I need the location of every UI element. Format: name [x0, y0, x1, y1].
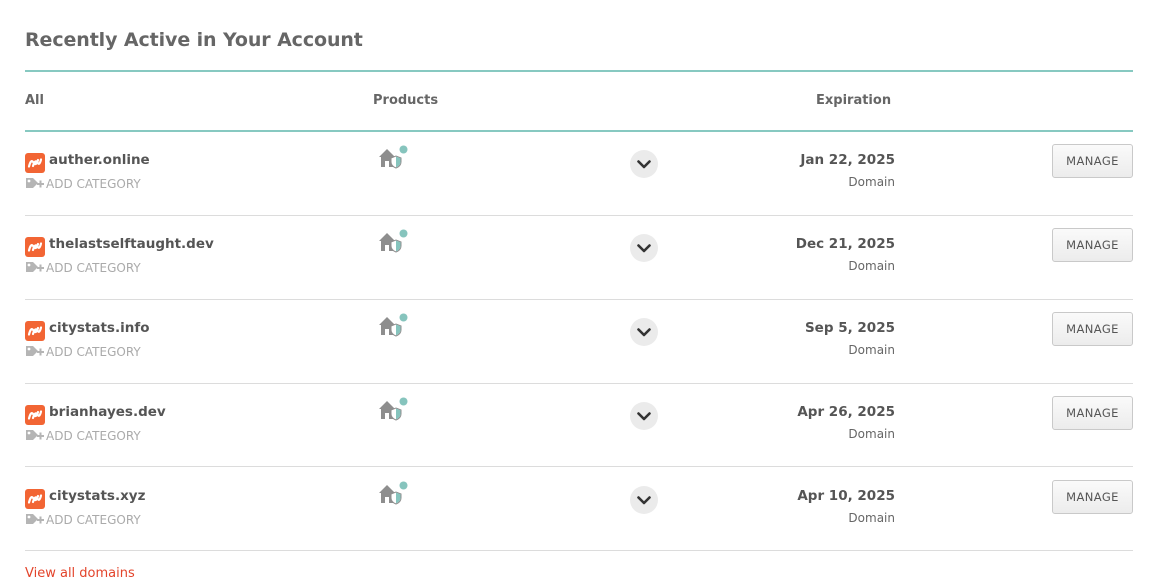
house-shield-icon[interactable]: [378, 228, 410, 254]
domain-row: thelastselftaught.dev ADD CATEGORY Dec 2…: [25, 215, 1133, 299]
house-shield-icon[interactable]: [378, 480, 410, 506]
tag-plus-icon: [26, 262, 44, 272]
chevron-down-icon: [637, 411, 651, 420]
house-shield-icon[interactable]: [378, 396, 410, 422]
domain-name-link[interactable]: thelastselftaught.dev: [49, 236, 214, 252]
expiration-date: Jan 22, 2025: [800, 152, 895, 168]
expand-row-button[interactable]: [630, 150, 658, 178]
chevron-down-icon: [637, 243, 651, 252]
expiration-date: Dec 21, 2025: [795, 236, 895, 252]
manage-button[interactable]: MANAGE: [1052, 144, 1133, 178]
header-top-divider: [25, 70, 1133, 72]
expand-row-button[interactable]: [630, 318, 658, 346]
expand-row-button[interactable]: [630, 402, 658, 430]
add-category-label: ADD CATEGORY: [46, 429, 141, 443]
domain-name-link[interactable]: brianhayes.dev: [49, 404, 166, 420]
namecheap-logo-icon: [25, 237, 45, 257]
chevron-down-icon: [637, 327, 651, 336]
tag-plus-icon: [26, 178, 44, 188]
add-category-button[interactable]: ADD CATEGORY: [25, 260, 141, 276]
namecheap-logo-icon: [25, 321, 45, 341]
tag-plus-icon: [26, 346, 44, 356]
domain-name-link[interactable]: citystats.xyz: [49, 488, 145, 504]
namecheap-logo-icon: [25, 489, 45, 509]
tag-plus-icon: [26, 514, 44, 524]
expiration-date: Apr 10, 2025: [797, 488, 895, 504]
add-category-label: ADD CATEGORY: [46, 345, 141, 359]
domain-name-link[interactable]: auther.online: [49, 152, 150, 168]
product-type: Domain: [848, 259, 895, 273]
add-category-button[interactable]: ADD CATEGORY: [25, 512, 141, 528]
column-header-expiration[interactable]: Expiration: [816, 93, 891, 108]
house-shield-icon[interactable]: [378, 144, 410, 170]
domain-row: citystats.info ADD CATEGORY Sep 5, 2025 …: [25, 299, 1133, 383]
domain-row: brianhayes.dev ADD CATEGORY Apr 26, 2025…: [25, 383, 1133, 467]
row-divider: [25, 550, 1133, 551]
chevron-down-icon: [637, 495, 651, 504]
product-type: Domain: [848, 511, 895, 525]
add-category-label: ADD CATEGORY: [46, 261, 141, 275]
column-header-all[interactable]: All: [25, 93, 44, 108]
expiration-date: Apr 26, 2025: [797, 404, 895, 420]
tag-plus-icon: [26, 430, 44, 440]
domain-row: auther.online ADD CATEGORY Jan 22, 2025 …: [25, 131, 1133, 215]
add-category-label: ADD CATEGORY: [46, 177, 141, 191]
domain-row: citystats.xyz ADD CATEGORY Apr 10, 2025 …: [25, 467, 1133, 551]
page-title: Recently Active in Your Account: [25, 29, 363, 51]
add-category-button[interactable]: ADD CATEGORY: [25, 176, 141, 192]
add-category-button[interactable]: ADD CATEGORY: [25, 344, 141, 360]
product-type: Domain: [848, 343, 895, 357]
namecheap-logo-icon: [25, 153, 45, 173]
product-type: Domain: [848, 175, 895, 189]
house-shield-icon[interactable]: [378, 312, 410, 338]
add-category-button[interactable]: ADD CATEGORY: [25, 428, 141, 444]
expand-row-button[interactable]: [630, 234, 658, 262]
manage-button[interactable]: MANAGE: [1052, 312, 1133, 346]
expand-row-button[interactable]: [630, 486, 658, 514]
chevron-down-icon: [637, 159, 651, 168]
view-all-domains-link[interactable]: View all domains: [25, 566, 135, 581]
add-category-label: ADD CATEGORY: [46, 513, 141, 527]
manage-button[interactable]: MANAGE: [1052, 396, 1133, 430]
recently-active-panel: Recently Active in Your Account All Prod…: [25, 0, 1133, 586]
column-header-products: Products: [373, 93, 439, 108]
manage-button[interactable]: MANAGE: [1052, 228, 1133, 262]
manage-button[interactable]: MANAGE: [1052, 480, 1133, 514]
namecheap-logo-icon: [25, 405, 45, 425]
domain-name-link[interactable]: citystats.info: [49, 320, 150, 336]
expiration-date: Sep 5, 2025: [804, 320, 895, 336]
product-type: Domain: [848, 427, 895, 441]
